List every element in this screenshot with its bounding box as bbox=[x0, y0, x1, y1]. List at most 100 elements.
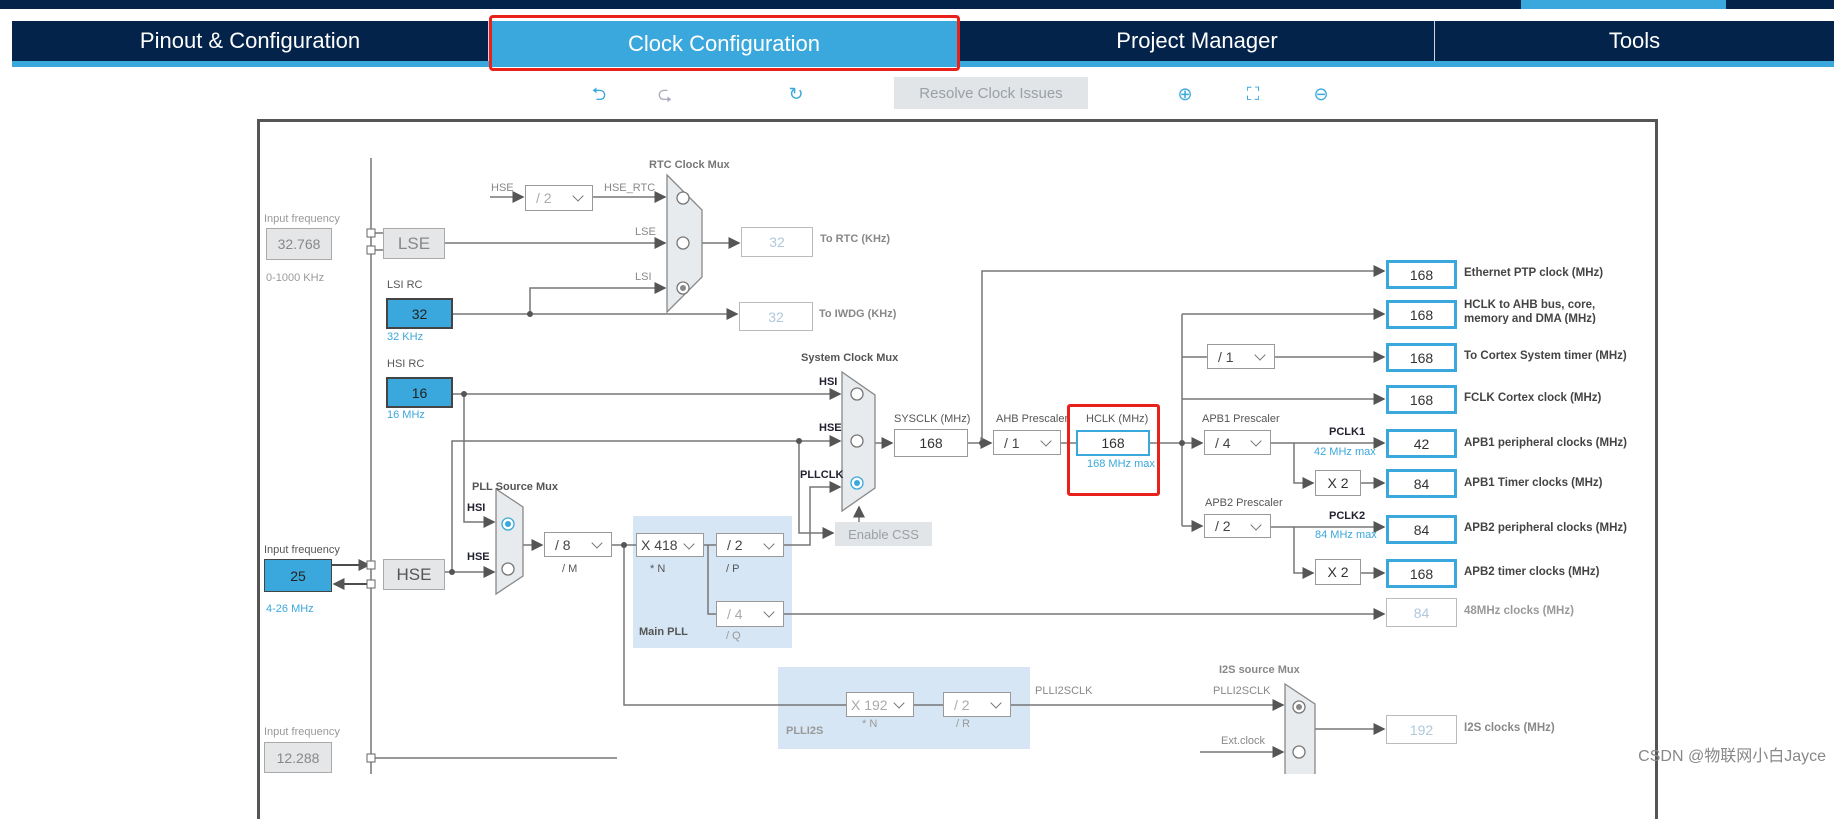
enable-css-button[interactable]: Enable CSS bbox=[835, 522, 932, 546]
pclk1-label: PCLK1 bbox=[1329, 426, 1366, 438]
rtc-hse-divider-dropdown[interactable]: / 2 bbox=[525, 185, 593, 211]
apb2-prescaler-dropdown[interactable]: / 2 bbox=[1204, 514, 1271, 538]
ext-input-frequency[interactable]: 12.288 bbox=[264, 742, 332, 773]
radio-i2s-ext[interactable] bbox=[1292, 745, 1306, 759]
pll-q-label: / Q bbox=[726, 630, 741, 642]
hse-range: 4-26 MHz bbox=[266, 603, 314, 615]
output-apb1-peripheral-label: APB1 peripheral clocks (MHz) bbox=[1464, 437, 1627, 449]
plli2s-r-value: / 2 bbox=[954, 696, 970, 713]
pll-p-label: / P bbox=[726, 563, 740, 575]
pll-n-dropdown[interactable]: X 418 bbox=[636, 533, 704, 557]
pll-n-label: * N bbox=[650, 563, 666, 575]
radio-sys-hsi[interactable] bbox=[850, 387, 864, 401]
pclk2-label: PCLK2 bbox=[1329, 510, 1366, 522]
rtc-hse-divider-value: / 2 bbox=[536, 190, 552, 206]
hsi-label: HSI RC bbox=[387, 358, 425, 370]
ahb-prescaler-label: AHB Prescaler bbox=[996, 413, 1069, 425]
pll-mux-title: PLL Source Mux bbox=[472, 481, 558, 493]
lse-source: LSE bbox=[383, 228, 445, 259]
apb1-prescaler-dropdown[interactable]: / 4 bbox=[1204, 430, 1271, 455]
pclk1-max: 42 MHz max bbox=[1314, 446, 1376, 458]
pll-hsi-label: HSI bbox=[467, 502, 486, 514]
pll-p-dropdown[interactable]: / 2 bbox=[716, 533, 784, 557]
chevron-down-icon bbox=[1040, 435, 1052, 447]
output-ethernet-ptp-label: Ethernet PTP clock (MHz) bbox=[1464, 267, 1604, 279]
i2s-mux-title: I2S source Mux bbox=[1219, 664, 1300, 676]
chevron-down-icon bbox=[1254, 349, 1266, 361]
ahb-prescaler-value: / 1 bbox=[1004, 434, 1020, 451]
apb2-prescaler-value: / 2 bbox=[1215, 518, 1231, 534]
lsi-label: LSI RC bbox=[387, 279, 423, 291]
chevron-down-icon bbox=[990, 697, 1002, 709]
sys-pllclk-label: PLLCLK bbox=[800, 469, 844, 481]
lse-input-label: Input frequency bbox=[264, 213, 340, 225]
pll-p-value: / 2 bbox=[727, 537, 743, 553]
iwdg-output-label: To IWDG (KHz) bbox=[819, 308, 897, 320]
output-hclk-ahb: 168 bbox=[1386, 300, 1457, 329]
pll-m-label: / M bbox=[562, 563, 578, 575]
chevron-down-icon bbox=[572, 190, 584, 202]
rtc-hse-label: HSE bbox=[491, 182, 514, 194]
output-hclk-ahb-label: HCLK to AHB bus, core, memory and DMA (M… bbox=[1464, 299, 1596, 324]
pclk2-max: 84 MHz max bbox=[1315, 529, 1377, 541]
plli2s-n-dropdown[interactable]: X 192 bbox=[846, 692, 914, 717]
pll-m-dropdown[interactable]: / 8 bbox=[544, 532, 612, 557]
chevron-down-icon bbox=[763, 538, 775, 550]
output-i2s-label: I2S clocks (MHz) bbox=[1464, 722, 1555, 734]
plli2s-r-label: / R bbox=[956, 718, 971, 730]
sys-hsi-label: HSI bbox=[819, 376, 838, 388]
i2s-plli2sclk-label: PLLI2SCLK bbox=[1213, 685, 1271, 697]
i2s-ext-clock-label: Ext.clock bbox=[1221, 735, 1266, 747]
highlight-box-hclk bbox=[1067, 404, 1160, 496]
radio-hse-rtc[interactable] bbox=[676, 191, 690, 205]
hsi-value: 16 bbox=[386, 377, 453, 408]
output-i2s: 192 bbox=[1386, 715, 1457, 744]
output-apb1-timer: 84 bbox=[1386, 469, 1457, 498]
output-48mhz: 84 bbox=[1386, 598, 1457, 627]
radio-sys-hse[interactable] bbox=[850, 434, 864, 448]
hse-input-frequency[interactable]: 25 bbox=[264, 559, 332, 592]
radio-lse[interactable] bbox=[676, 236, 690, 250]
pll-hse-label: HSE bbox=[467, 551, 490, 563]
sysclk-value: 168 bbox=[894, 429, 968, 457]
output-apb1-peripheral: 42 bbox=[1386, 429, 1457, 458]
output-48mhz-label: 48MHz clocks (MHz) bbox=[1464, 605, 1574, 617]
main-pll-title: Main PLL bbox=[639, 626, 688, 638]
hse-source: HSE bbox=[383, 559, 445, 590]
output-cortex-timer: 168 bbox=[1386, 343, 1457, 372]
apb2-prescaler-label: APB2 Prescaler bbox=[1205, 497, 1283, 509]
pll-q-value: / 4 bbox=[727, 606, 743, 622]
cortex-divider-value: / 1 bbox=[1218, 348, 1234, 365]
chevron-down-icon bbox=[1250, 435, 1262, 447]
ahb-prescaler-dropdown[interactable]: / 1 bbox=[993, 430, 1061, 455]
apb1-timer-multiplier: X 2 bbox=[1315, 470, 1361, 496]
pll-n-value: X 418 bbox=[641, 537, 678, 553]
iwdg-output: 32 bbox=[739, 302, 813, 331]
sys-hse-label: HSE bbox=[819, 422, 842, 434]
plli2s-n-label: * N bbox=[862, 718, 878, 730]
lsi-value: 32 bbox=[386, 298, 453, 329]
cortex-timer-divider-dropdown[interactable]: / 1 bbox=[1207, 344, 1275, 369]
clock-wires bbox=[332, 158, 1386, 774]
lsi-unit: 32 KHz bbox=[387, 331, 424, 343]
apb2-timer-multiplier: X 2 bbox=[1315, 559, 1361, 585]
ext-input-label: Input frequency bbox=[264, 726, 340, 738]
pll-m-value: / 8 bbox=[555, 536, 571, 553]
chevron-down-icon bbox=[763, 606, 775, 618]
chevron-down-icon bbox=[1250, 519, 1262, 531]
radio-pll-hse[interactable] bbox=[501, 562, 515, 576]
output-apb2-peripheral: 84 bbox=[1386, 515, 1457, 544]
rtc-output-label: To RTC (KHz) bbox=[820, 233, 891, 245]
hse-rtc-label: HSE_RTC bbox=[604, 182, 656, 194]
apb1-prescaler-value: / 4 bbox=[1215, 434, 1231, 451]
rtc-lse-label: LSE bbox=[635, 226, 656, 238]
apb1-prescaler-label: APB1 Prescaler bbox=[1202, 413, 1280, 425]
plli2s-r-dropdown[interactable]: / 2 bbox=[943, 692, 1011, 717]
pll-q-dropdown[interactable]: / 4 bbox=[716, 601, 784, 627]
plli2s-n-value: X 192 bbox=[851, 696, 888, 713]
rtc-mux-title: RTC Clock Mux bbox=[649, 159, 730, 171]
hse-input-label: Input frequency bbox=[264, 544, 340, 556]
lse-input-frequency[interactable]: 32.768 bbox=[266, 228, 332, 260]
system-mux-title: System Clock Mux bbox=[801, 352, 899, 364]
rtc-output: 32 bbox=[741, 227, 813, 257]
